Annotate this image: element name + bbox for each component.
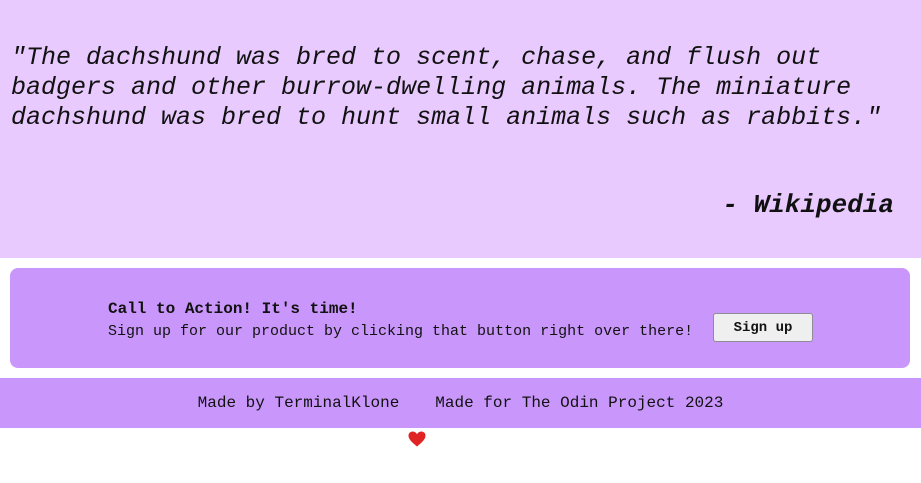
call-to-action-card: Call to Action! It's time! Sign up for o… (10, 268, 910, 368)
cta-title: Call to Action! It's time! (108, 300, 358, 318)
heart-icon (408, 395, 426, 447)
footer-project-text: Made for The Odin Project 2023 (435, 394, 724, 412)
sign-up-button[interactable]: Sign up (713, 313, 813, 342)
cta-text: Sign up for our product by clicking that… (108, 323, 694, 340)
footer-credit-text: Made by TerminalKlone (197, 394, 400, 412)
quote-text: "The dachshund was bred to scent, chase,… (11, 43, 882, 132)
footer: Made by TerminalKlone Made for The Odin … (0, 378, 921, 447)
quote-section: "The dachshund was bred to scent, chase,… (0, 0, 921, 258)
quote-author: - Wikipedia (722, 190, 894, 220)
